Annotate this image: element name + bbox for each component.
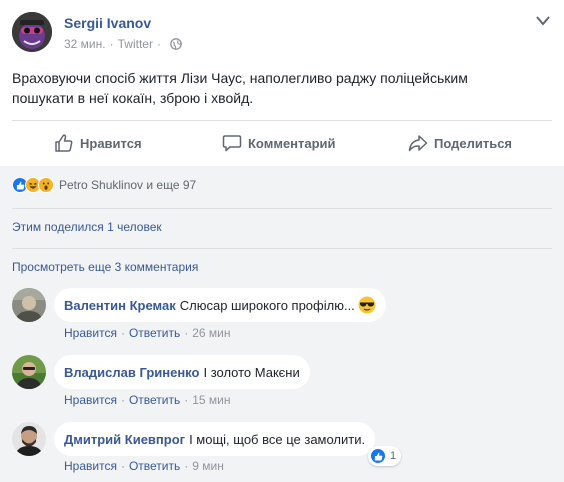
comment-bubble: Валентин Кремак Слюсар широкого профілю.… (54, 288, 386, 322)
actions-divider (12, 120, 552, 121)
post-body-text: Враховуючи спосіб життя Лізи Чаус, напол… (12, 70, 468, 106)
shares-link[interactable]: Этим поделился 1 человек (12, 220, 162, 234)
reactions-text[interactable]: Petro Shuklinov и еще 97 (59, 178, 196, 192)
commenter-name[interactable]: Валентин Кремак (64, 298, 176, 313)
shares-divider (12, 248, 552, 249)
like-button-label: Нравится (80, 135, 142, 151)
comment-bubble: Дмитрий Киевпрог І мощі, щоб все це замо… (54, 422, 376, 456)
thumbs-up-icon (55, 134, 73, 152)
comment-like-link[interactable]: Нравится (64, 459, 117, 473)
comment-reaction-count: 1 (390, 450, 397, 462)
meta-separator: · (109, 37, 114, 51)
chevron-down-icon[interactable] (536, 16, 550, 26)
facebook-post: Sergii Ivanov 32 мин. · Twitter · Врахов… (0, 0, 564, 482)
comment-action-separator: · (120, 459, 125, 473)
commenter-name[interactable]: Владислав Гриненко (64, 365, 199, 380)
comment-like-link[interactable]: Нравится (64, 326, 117, 340)
comment-actions: Нравится · Ответить · 9 мин (64, 459, 224, 473)
comment-bubble: Владислав Гриненко І золото Макєни (54, 355, 310, 389)
share-button[interactable]: Поделиться (408, 131, 512, 155)
wow-reaction-icon (38, 177, 54, 193)
comment-time[interactable]: 15 мин (192, 393, 230, 407)
commenter-avatar[interactable] (12, 355, 46, 389)
post-time[interactable]: 32 мин. (64, 37, 106, 51)
commenter-avatar[interactable] (12, 288, 46, 322)
comment-reply-link[interactable]: Ответить (129, 459, 180, 473)
post-source[interactable]: Twitter (118, 37, 153, 51)
like-reaction-icon (370, 448, 386, 464)
commenter-name[interactable]: Дмитрий Киевпрог (64, 432, 185, 447)
comment-reply-link[interactable]: Ответить (129, 326, 180, 340)
reactions-summary[interactable]: Petro Shuklinov и еще 97 (12, 177, 196, 193)
comment-text: Слюсар широкого профілю... (179, 297, 355, 313)
sunglasses-emoji-icon (358, 296, 376, 314)
comment-action-separator: · (184, 459, 189, 473)
comment-text: І мощі, щоб все це замолити. (189, 431, 366, 447)
comment-actions: Нравится · Ответить · 15 мин (64, 393, 231, 407)
comment-button-label: Комментарий (248, 135, 336, 151)
comment-action-separator: · (120, 393, 125, 407)
author-name[interactable]: Sergii Ivanov (64, 15, 151, 31)
comment-actions: Нравится · Ответить · 26 мин (64, 326, 231, 340)
comment-time[interactable]: 9 мин (192, 459, 224, 473)
commenter-avatar[interactable] (12, 422, 46, 456)
globe-icon (170, 38, 182, 50)
comment-reaction-badge[interactable]: 1 (368, 446, 402, 466)
comment-action-separator: · (120, 326, 125, 340)
comment-action-separator: · (184, 393, 189, 407)
comment-button[interactable]: Комментарий (222, 131, 336, 155)
like-button[interactable]: Нравится (54, 131, 142, 155)
comment-like-link[interactable]: Нравится (64, 393, 117, 407)
meta-separator: · (156, 37, 161, 51)
speech-bubble-icon (222, 135, 242, 152)
share-button-label: Поделиться (434, 135, 513, 151)
share-arrow-icon (408, 135, 428, 152)
comment-reply-link[interactable]: Ответить (129, 393, 180, 407)
comment-text: І золото Макєни (203, 364, 300, 380)
view-more-comments-link[interactable]: Просмотреть еще 3 комментария (12, 260, 198, 274)
comment-action-separator: · (184, 326, 189, 340)
comment-time[interactable]: 26 мин (192, 326, 230, 340)
reactions-divider (12, 208, 552, 209)
post-meta: 32 мин. · Twitter · (64, 37, 182, 51)
author-avatar[interactable] (12, 12, 52, 52)
